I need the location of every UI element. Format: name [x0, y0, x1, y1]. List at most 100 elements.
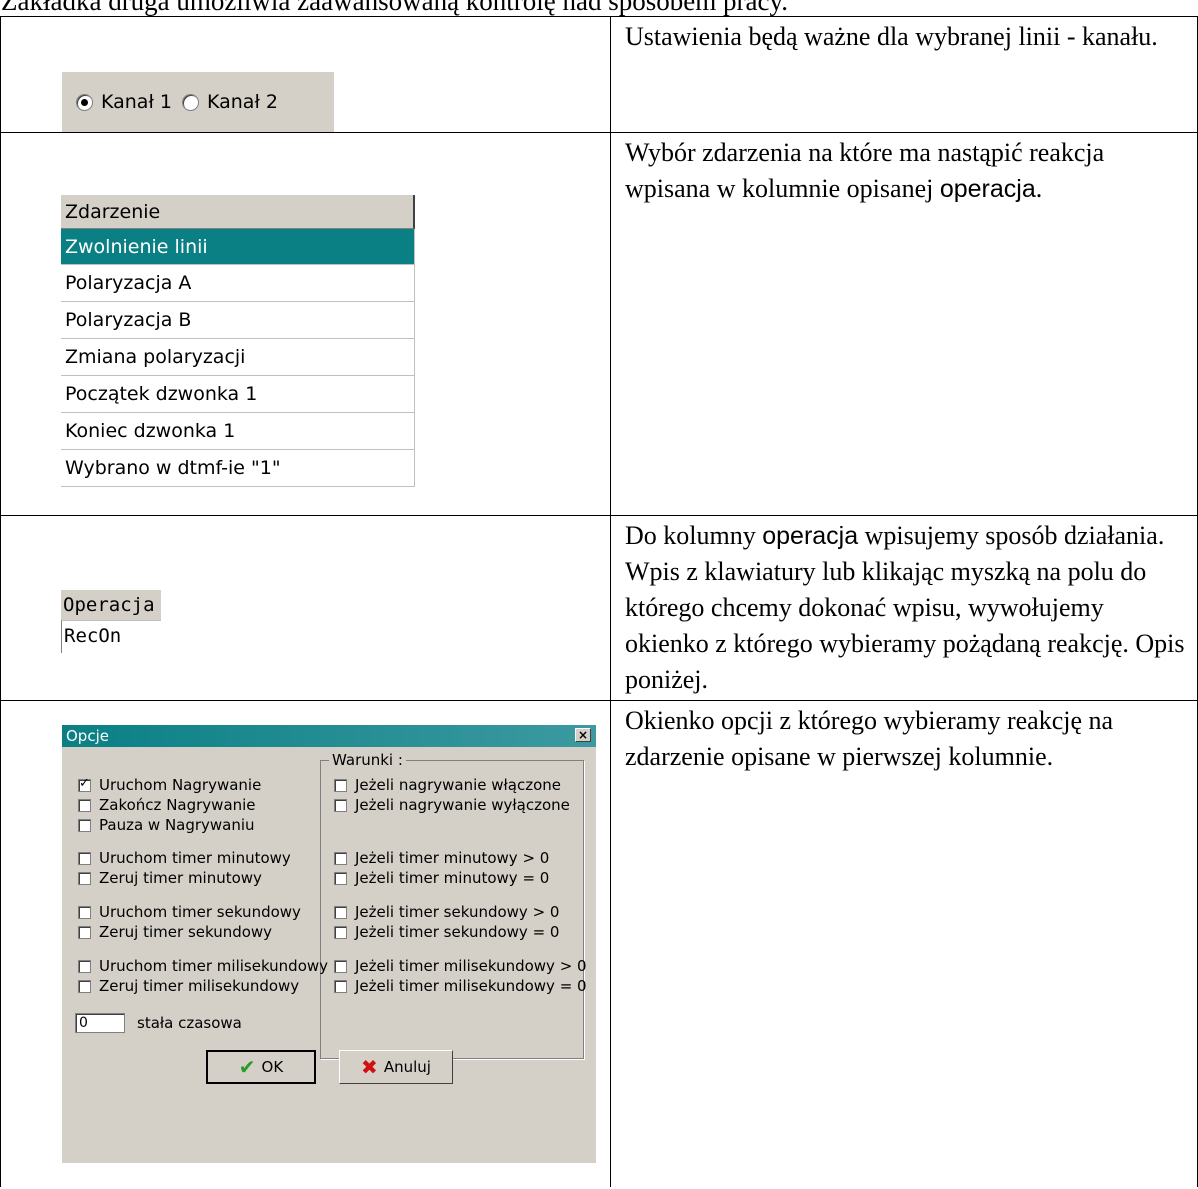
checkbox-label: Uruchom timer minutowy	[99, 849, 291, 867]
radio-channel-1[interactable]: Kanał 1	[76, 91, 172, 113]
checkbox-label: Jeżeli timer minutowy = 0	[355, 869, 550, 887]
checkbox-stop-recording[interactable]: Zakończ Nagrywanie	[78, 796, 256, 814]
options-description: Okienko opcji z którego wybieramy reakcj…	[625, 706, 1114, 771]
checkbox-box[interactable]	[334, 778, 347, 792]
checkbox-if-recording-on[interactable]: Jeżeli nagrywanie włączone	[334, 776, 561, 794]
event-list-item[interactable]: Początek dzwonka 1	[61, 376, 415, 413]
checkbox-box[interactable]	[334, 851, 347, 865]
cancel-button[interactable]: ✖ Anuluj	[339, 1050, 453, 1084]
feature-table: Kanał 1 Kanał 2 Ustawienia będą ważne dl…	[0, 16, 1198, 1187]
cell-event-desc: Wybór zdarzenia na które ma nastąpić rea…	[610, 132, 1198, 516]
event-keyword: operacja	[939, 175, 1036, 203]
checkbox-if-ms-timer-gt0[interactable]: Jeżeli timer milisekundowy > 0	[334, 957, 587, 975]
checkbox-box[interactable]	[78, 818, 91, 832]
checkbox-if-second-timer-gt0[interactable]: Jeżeli timer sekundowy > 0	[334, 903, 559, 921]
event-list-item[interactable]: Zmiana polaryzacji	[61, 339, 415, 376]
event-column-header[interactable]: Zdarzenie	[61, 195, 415, 229]
cell-event-ui: Zdarzenie Zwolnienie linii Polaryzacja A…	[0, 132, 611, 516]
checkbox-if-second-timer-eq0[interactable]: Jeżeli timer sekundowy = 0	[334, 923, 559, 941]
checkbox-pause-recording[interactable]: Pauza w Nagrywaniu	[78, 816, 255, 834]
cell-options-desc: Okienko opcji z którego wybieramy reakcj…	[610, 700, 1198, 1187]
checkbox-reset-ms-timer[interactable]: Zeruj timer milisekundowy	[78, 977, 299, 995]
close-icon[interactable]: ×	[575, 728, 591, 742]
checkbox-label: Jeżeli timer sekundowy = 0	[355, 923, 560, 941]
checkbox-start-second-timer[interactable]: Uruchom timer sekundowy	[78, 903, 301, 921]
ok-button-label: OK	[261, 1058, 284, 1076]
checkbox-box[interactable]	[78, 979, 91, 993]
channel-description: Ustawienia będą ważne dla wybranej linii…	[625, 22, 1158, 51]
checkbox-box[interactable]	[334, 925, 347, 939]
groupbox-label: Warunki :	[329, 751, 406, 769]
checkbox-label: Zakończ Nagrywanie	[99, 796, 256, 814]
x-cross-icon: ✖	[361, 1055, 378, 1079]
checkbox-box[interactable]	[78, 959, 91, 973]
operation-column-header[interactable]: Operacja	[61, 590, 161, 620]
row-channel: Kanał 1 Kanał 2 Ustawienia będą ważne dl…	[0, 16, 1198, 133]
event-list: Zdarzenie Zwolnienie linii Polaryzacja A…	[61, 195, 415, 487]
dialog-title: Opcje	[66, 727, 109, 745]
row-operation: Operacja RecOn Do kolumny operacja wpisu…	[0, 515, 1198, 701]
checkbox-label: Uruchom timer milisekundowy	[99, 957, 329, 975]
event-list-item[interactable]: Polaryzacja A	[61, 265, 415, 302]
checkbox-if-recording-off[interactable]: Jeżeli nagrywanie wyłączone	[334, 796, 570, 814]
checkbox-label: Pauza w Nagrywaniu	[99, 816, 255, 834]
checkbox-label: Zeruj timer sekundowy	[99, 923, 273, 941]
checkbox-box[interactable]	[78, 871, 91, 885]
row-event: Zdarzenie Zwolnienie linii Polaryzacja A…	[0, 132, 1198, 516]
checkmark-icon: ✔	[238, 1055, 256, 1079]
checkbox-box[interactable]	[78, 925, 91, 939]
checkbox-if-ms-timer-eq0[interactable]: Jeżeli timer milisekundowy = 0	[334, 977, 587, 995]
channel-radio-group: Kanał 1 Kanał 2	[62, 72, 334, 132]
checkbox-box-checked[interactable]	[78, 776, 91, 792]
checkbox-box[interactable]	[334, 798, 347, 812]
checkbox-label: Uruchom timer sekundowy	[99, 903, 301, 921]
event-list-item[interactable]: Zwolnienie linii	[61, 229, 415, 265]
checkbox-label: Jeżeli timer milisekundowy = 0	[355, 977, 587, 995]
event-description-end: .	[1035, 174, 1043, 203]
checkbox-label: Jeżeli timer sekundowy > 0	[355, 903, 560, 921]
checkbox-label: Uruchom Nagrywanie	[99, 776, 262, 794]
radio-label: Kanał 2	[206, 91, 278, 113]
cell-options-ui: Opcje × Warunki : Uruchom Nagrywanie Zak…	[0, 700, 611, 1187]
radio-dot[interactable]	[181, 93, 199, 111]
cell-channel-ui: Kanał 1 Kanał 2	[0, 16, 611, 133]
radio-label: Kanał 1	[101, 91, 172, 113]
options-dialog: Opcje × Warunki : Uruchom Nagrywanie Zak…	[62, 725, 596, 1163]
event-list-item[interactable]: Koniec dzwonka 1	[61, 413, 415, 450]
checkbox-box[interactable]	[78, 905, 91, 919]
time-constant-input[interactable]: 0	[75, 1013, 125, 1033]
checkbox-start-ms-timer[interactable]: Uruchom timer milisekundowy	[78, 957, 328, 975]
operation-keyword: operacja	[762, 522, 859, 550]
checkbox-box[interactable]	[334, 959, 347, 973]
ok-button[interactable]: ✔ OK	[206, 1050, 316, 1084]
operation-description-text: Do kolumny	[625, 521, 763, 550]
checkbox-box[interactable]	[334, 905, 347, 919]
event-list-item[interactable]: Wybrano w dtmf-ie "1"	[61, 450, 415, 487]
checkbox-box[interactable]	[78, 798, 91, 812]
radio-dot-checked[interactable]	[76, 93, 93, 111]
checkbox-label: Jeżeli nagrywanie wyłączone	[355, 796, 570, 814]
checkbox-start-minute-timer[interactable]: Uruchom timer minutowy	[78, 849, 291, 867]
checkbox-box[interactable]	[334, 979, 347, 993]
checkbox-if-minute-timer-gt0[interactable]: Jeżeli timer minutowy > 0	[334, 849, 549, 867]
checkbox-start-recording[interactable]: Uruchom Nagrywanie	[78, 776, 261, 794]
checkbox-box[interactable]	[78, 851, 91, 865]
checkbox-box[interactable]	[334, 871, 347, 885]
row-options: Opcje × Warunki : Uruchom Nagrywanie Zak…	[0, 700, 1198, 1187]
checkbox-reset-minute-timer[interactable]: Zeruj timer minutowy	[78, 869, 262, 887]
checkbox-label: Zeruj timer minutowy	[99, 869, 262, 887]
intro-text: Zakładka druga umożliwia zaawansowaną ko…	[1, 0, 788, 16]
cancel-button-label: Anuluj	[383, 1058, 431, 1076]
operation-cell[interactable]: RecOn	[61, 620, 161, 653]
cell-channel-desc: Ustawienia będą ważne dla wybranej linii…	[610, 16, 1198, 133]
checkbox-if-minute-timer-eq0[interactable]: Jeżeli timer minutowy = 0	[334, 869, 549, 887]
checkbox-reset-second-timer[interactable]: Zeruj timer sekundowy	[78, 923, 272, 941]
checkbox-label: Jeżeli nagrywanie włączone	[355, 776, 562, 794]
checkbox-label: Zeruj timer milisekundowy	[99, 977, 300, 995]
checkbox-label: Jeżeli timer minutowy > 0	[355, 849, 550, 867]
radio-channel-2[interactable]: Kanał 2	[181, 91, 278, 113]
event-list-item[interactable]: Polaryzacja B	[61, 302, 415, 339]
cell-operation-desc: Do kolumny operacja wpisujemy sposób dzi…	[610, 515, 1198, 701]
time-constant-label: stała czasowa	[137, 1014, 242, 1032]
dialog-title-bar: Opcje ×	[62, 725, 596, 747]
